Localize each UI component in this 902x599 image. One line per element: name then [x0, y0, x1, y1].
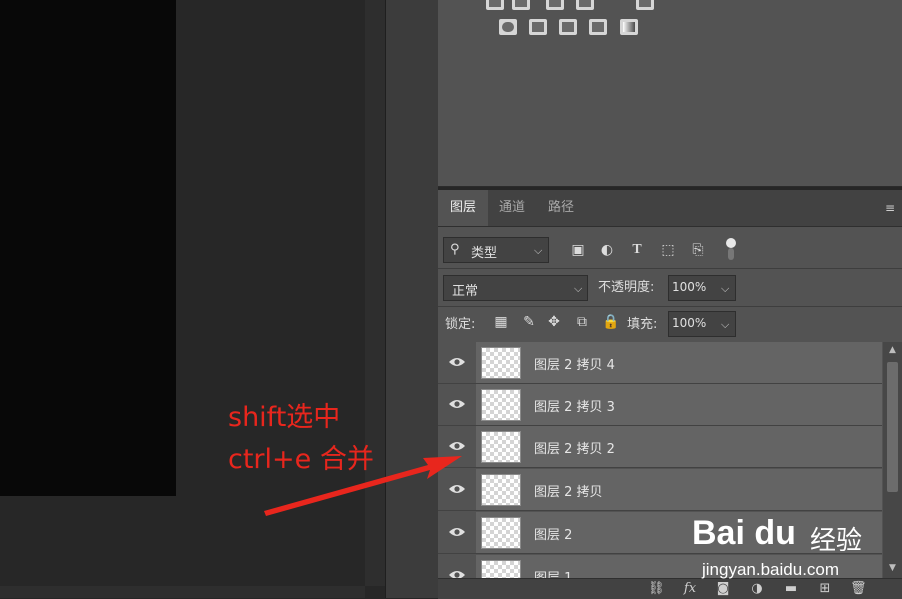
layer-row[interactable]: 图层 2 拷贝 2 [438, 426, 882, 468]
eye-visibility-icon[interactable] [448, 483, 466, 495]
tab-channels[interactable]: 通道 [488, 190, 536, 226]
link-icon[interactable]: ⛓ [648, 581, 665, 597]
adjustment-preset-icon[interactable] [576, 0, 594, 10]
adjustment-preset-icon[interactable] [486, 0, 504, 10]
panel-tab-bar: 图层 通道 路径 ≡ [438, 190, 902, 227]
layer-thumbnail [481, 560, 521, 578]
filter-toggle-icon[interactable] [726, 238, 736, 260]
smart-object-filter-icon[interactable]: ⎘ [690, 242, 706, 258]
layer-thumbnail [481, 431, 521, 463]
shape-filter-icon[interactable]: ⬚ [660, 242, 676, 258]
panel-dock-gutter [385, 0, 438, 598]
blend-mode-value: 正常 [452, 284, 479, 299]
layer-thumbnail [481, 347, 521, 379]
layer-name: 图层 2 [534, 528, 573, 543]
layer-row[interactable]: 图层 2 拷贝 3 [438, 384, 882, 426]
layer-name: 图层 2 拷贝 3 [534, 400, 615, 415]
eye-visibility-icon[interactable] [448, 440, 466, 452]
fill-value: 100% [672, 316, 707, 330]
adjustment-preset-icon[interactable] [546, 0, 564, 10]
layer-row-body: 图层 2 拷贝 2 [476, 426, 882, 467]
selective-color-icon[interactable] [589, 19, 607, 35]
layer-name: 图层 2 拷贝 4 [534, 358, 615, 373]
opacity-field[interactable]: 100% ⌵ [668, 275, 736, 301]
layer-filter-dropdown[interactable]: ⚲ 类型 ⌵ [443, 237, 549, 263]
adjustment-preset-icon[interactable] [636, 0, 654, 10]
tab-layers[interactable]: 图层 [438, 190, 488, 226]
baidu-jingyan-watermark: Bai du 经验 jingyan.baidu.com [690, 500, 902, 598]
layer-row-body: 图层 2 拷贝 3 [476, 384, 882, 425]
lock-all-icon[interactable]: 🔒 [602, 314, 619, 330]
workspace-horizontal-scrollbar[interactable] [0, 586, 365, 598]
search-icon: ⚲ [450, 242, 460, 257]
chevron-down-icon: ⌵ [574, 282, 583, 295]
layer-row[interactable]: 图层 2 拷贝 4 [438, 342, 882, 384]
eye-visibility-icon[interactable] [448, 398, 466, 410]
adjustment-filter-icon[interactable]: ◐ [599, 242, 615, 258]
lock-position-icon[interactable]: ✥ [546, 314, 562, 330]
fill-field[interactable]: 100% ⌵ [668, 311, 736, 337]
threshold-icon[interactable] [559, 19, 577, 35]
scrollbar-thumb[interactable] [887, 362, 898, 492]
gradient-map-icon[interactable] [620, 19, 638, 35]
opacity-value: 100% [672, 280, 707, 294]
posterize-icon[interactable] [529, 19, 547, 35]
eye-visibility-icon[interactable] [448, 526, 466, 538]
chevron-down-icon: ⌵ [534, 244, 543, 257]
layer-name: 图层 1 [534, 567, 572, 578]
blend-mode-dropdown[interactable]: 正常 ⌵ [443, 275, 588, 301]
fill-label: 填充: [627, 317, 658, 332]
eye-visibility-icon[interactable] [448, 356, 466, 368]
adjustments-panel [438, 0, 902, 187]
layer-thumbnail [481, 517, 521, 549]
image-filter-icon[interactable]: ▣ [570, 242, 586, 258]
chevron-down-icon[interactable]: ⌵ [721, 282, 729, 296]
panel-menu-icon[interactable]: ≡ [884, 201, 896, 215]
adjustment-preset-icon[interactable] [512, 0, 530, 10]
type-filter-icon[interactable]: T [629, 242, 645, 258]
layer-name: 图层 2 拷贝 2 [534, 442, 615, 457]
opacity-label: 不透明度: [598, 280, 655, 295]
invert-icon[interactable] [499, 19, 517, 35]
layer-filter-label: 类型 [471, 246, 498, 261]
layer-name: 图层 2 拷贝 [534, 485, 603, 500]
eye-visibility-icon[interactable] [448, 569, 466, 578]
lock-transparent-icon[interactable]: ▦ [493, 314, 509, 330]
layer-thumbnail [481, 474, 521, 506]
layer-row-body: 图层 2 拷贝 4 [476, 342, 882, 383]
tab-paths[interactable]: 路径 [536, 190, 586, 226]
lock-artboard-icon[interactable]: ⧉ [574, 314, 590, 330]
lock-label: 锁定: [445, 317, 476, 332]
watermark-brand: 经验 [810, 526, 863, 556]
watermark-url: jingyan.baidu.com [702, 560, 840, 579]
chevron-down-icon[interactable]: ⌵ [721, 318, 729, 332]
workspace-vertical-scrollbar[interactable] [365, 0, 385, 586]
document-workspace[interactable] [0, 0, 385, 598]
watermark-logo: Bai du [692, 514, 796, 552]
document-canvas[interactable] [0, 0, 176, 496]
layer-thumbnail [481, 389, 521, 421]
lock-image-icon[interactable]: ✎ [521, 314, 537, 330]
scroll-up-icon[interactable]: ▲ [887, 344, 898, 356]
annotation-text: shift选中 ctrl+e 合并 [228, 402, 374, 475]
